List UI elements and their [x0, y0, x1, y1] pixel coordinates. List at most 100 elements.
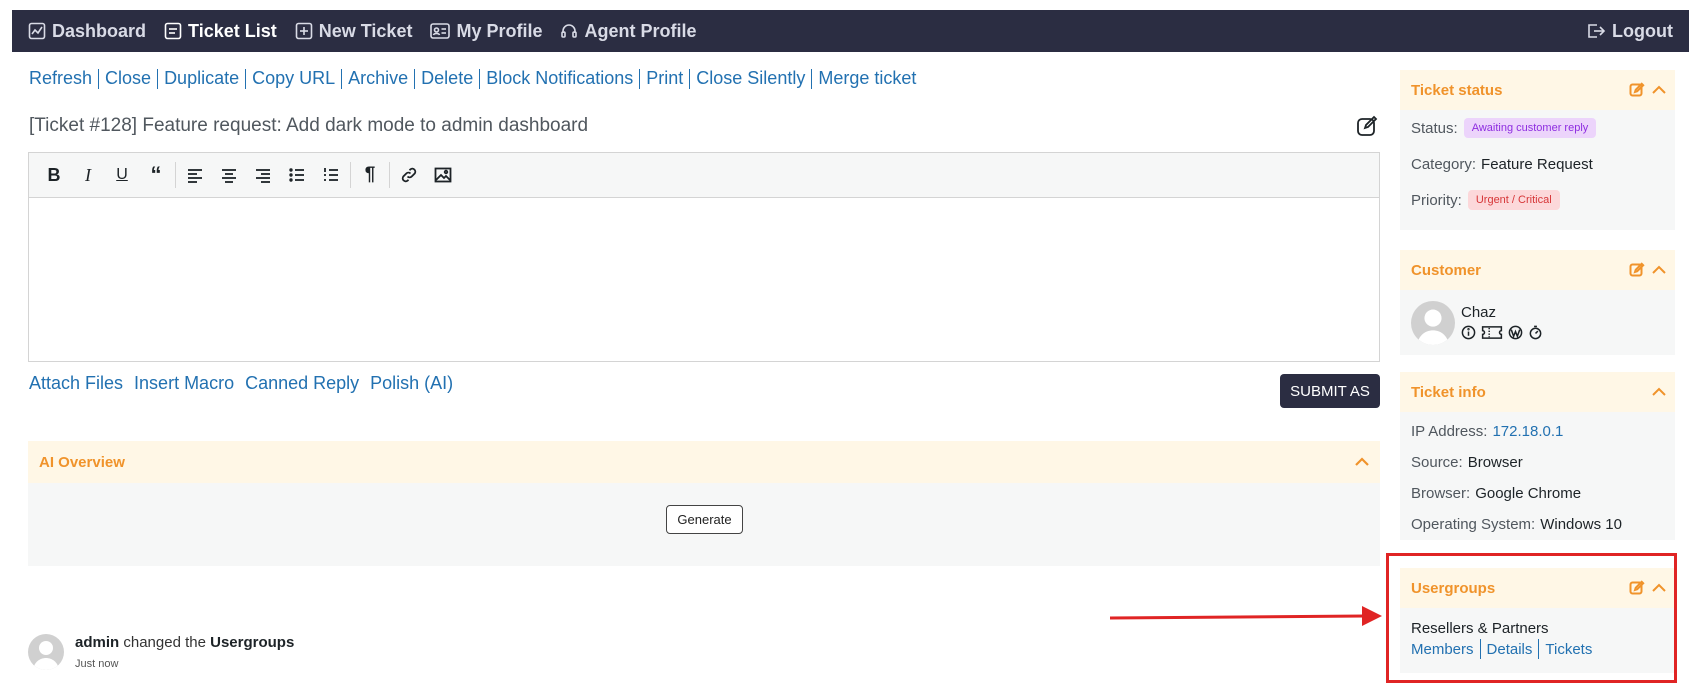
action-refresh[interactable]: Refresh [29, 68, 92, 89]
numbered-list-button[interactable] [314, 158, 348, 192]
numbered-list-icon [324, 168, 338, 181]
generate-button[interactable]: Generate [666, 505, 743, 534]
bold-button[interactable]: B [37, 158, 71, 192]
ip-label: IP Address: [1411, 423, 1488, 440]
submit-as-button[interactable]: SUBMIT AS [1280, 374, 1380, 408]
italic-button[interactable]: I [71, 158, 105, 192]
quote-button[interactable]: “ [139, 158, 173, 192]
action-delete[interactable]: Delete [421, 68, 473, 89]
customer-header[interactable]: Customer [1400, 250, 1675, 290]
nav-ticket-list[interactable]: Ticket List [164, 21, 277, 42]
source-label: Source: [1411, 454, 1463, 471]
customer-name[interactable]: Chaz [1461, 304, 1548, 321]
edit-icon [1357, 115, 1378, 136]
panel-controls [1623, 262, 1667, 278]
action-block-notifications[interactable]: Block Notifications [486, 68, 633, 89]
align-left-button[interactable] [178, 158, 212, 192]
category-label: Category: [1411, 155, 1477, 173]
logout-button[interactable]: Logout [1586, 21, 1673, 42]
thread-field: Usergroups [210, 634, 295, 651]
insert-macro-link[interactable]: Insert Macro [134, 373, 234, 394]
ticket-status-header[interactable]: Ticket status [1400, 70, 1675, 110]
ticket-info-title: Ticket info [1411, 383, 1486, 401]
edit-icon[interactable] [1629, 262, 1645, 278]
action-merge-ticket[interactable]: Merge ticket [818, 68, 916, 89]
divider [341, 68, 343, 89]
underline-icon: U [116, 166, 128, 183]
timer-icon[interactable] [1528, 325, 1543, 340]
bullet-list-icon [289, 168, 304, 182]
link-button[interactable] [392, 158, 426, 192]
toolbar-divider [389, 162, 390, 188]
source-value: Browser [1467, 454, 1523, 471]
info-icon[interactable] [1461, 325, 1476, 340]
category-value: Feature Request [1481, 155, 1593, 173]
chevron-up-icon[interactable] [1651, 262, 1667, 278]
action-print[interactable]: Print [646, 68, 683, 89]
image-button[interactable] [426, 158, 460, 192]
action-archive[interactable]: Archive [348, 68, 408, 89]
ai-overview-title: AI Overview [39, 453, 125, 471]
align-center-button[interactable] [212, 158, 246, 192]
list-icon [164, 22, 182, 40]
paragraph-icon: ¶ [364, 164, 376, 185]
editor-toolbar: B I U “ ¶ [29, 153, 1379, 198]
os-row: Operating System: Windows 10 [1400, 509, 1675, 540]
underline-button[interactable]: U [105, 158, 139, 192]
app-root: Dashboard Ticket List New Ticket My Prof… [0, 0, 1689, 684]
image-icon [434, 167, 452, 183]
thread-action: changed the [123, 634, 206, 651]
nav-dashboard[interactable]: Dashboard [28, 21, 146, 42]
status-label: Status: [1411, 119, 1458, 137]
editor-textarea[interactable] [29, 198, 1379, 362]
bold-icon: B [47, 164, 61, 185]
edit-icon[interactable] [1629, 82, 1645, 98]
headset-icon [561, 24, 578, 38]
thread-user[interactable]: admin [75, 634, 119, 651]
status-row: Status: Awaiting customer reply [1400, 110, 1675, 146]
nav-new-ticket[interactable]: New Ticket [295, 21, 412, 42]
thread-timestamp: Just now [75, 658, 119, 670]
action-close[interactable]: Close [105, 68, 151, 89]
browser-value: Google Chrome [1475, 485, 1582, 502]
bullet-list-button[interactable] [280, 158, 314, 192]
collapse-ai-overview-button[interactable] [1354, 454, 1370, 470]
nav-agent-profile[interactable]: Agent Profile [560, 21, 697, 42]
action-duplicate[interactable]: Duplicate [164, 68, 239, 89]
ip-link[interactable]: 172.18.0.1 [1492, 423, 1563, 440]
polish-ai-link[interactable]: Polish (AI) [370, 373, 453, 394]
edit-subject-button[interactable] [1356, 115, 1378, 137]
nav-my-profile[interactable]: My Profile [430, 21, 542, 42]
quote-icon: “ [150, 162, 162, 187]
toolbar-divider [175, 162, 176, 188]
customer-avatar [1411, 301, 1455, 345]
ticket-info-header[interactable]: Ticket info [1400, 372, 1675, 412]
chevron-up-icon[interactable] [1651, 82, 1667, 98]
ticket-icon[interactable] [1481, 325, 1503, 340]
divider [689, 68, 691, 89]
divider [479, 68, 481, 89]
reply-editor: B I U “ ¶ [28, 152, 1380, 362]
action-close-silently[interactable]: Close Silently [696, 68, 805, 89]
canned-reply-link[interactable]: Canned Reply [245, 373, 359, 394]
attach-files-link[interactable]: Attach Files [29, 373, 123, 394]
paragraph-button[interactable]: ¶ [353, 158, 387, 192]
ticket-info-panel: Ticket info IP Address: 172.18.0.1 Sourc… [1400, 372, 1675, 540]
priority-label: Priority: [1411, 191, 1462, 209]
ai-overview-header[interactable]: AI Overview [28, 441, 1380, 483]
os-label: Operating System: [1411, 516, 1536, 533]
browser-label: Browser: [1411, 485, 1471, 502]
action-copy-url[interactable]: Copy URL [252, 68, 335, 89]
ip-row: IP Address: 172.18.0.1 [1400, 416, 1675, 447]
chevron-up-icon [1355, 457, 1369, 466]
logout-label: Logout [1612, 20, 1673, 41]
wordpress-icon[interactable] [1508, 325, 1523, 340]
chevron-up-icon[interactable] [1651, 384, 1667, 400]
priority-badge: Urgent / Critical [1467, 190, 1560, 210]
nav-dashboard-label: Dashboard [52, 20, 147, 41]
ai-overview-panel: AI Overview Generate [28, 441, 1380, 566]
align-right-button[interactable] [246, 158, 280, 192]
customer-details: Chaz [1461, 304, 1548, 340]
nav-my-profile-label: My Profile [456, 20, 543, 41]
align-left-icon [188, 169, 202, 183]
